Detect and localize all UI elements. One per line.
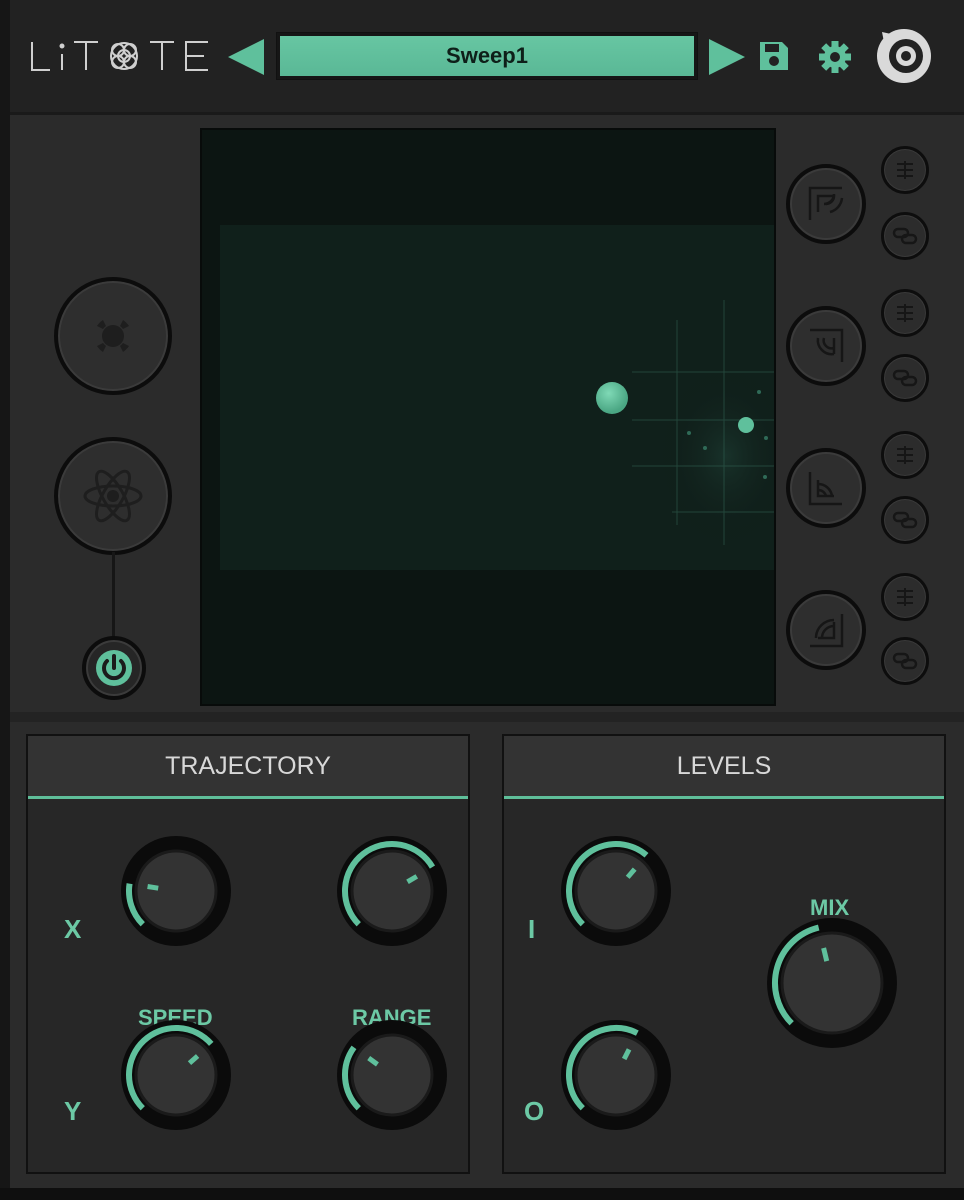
output-knob[interactable] <box>560 1019 672 1136</box>
xy-trajectory-node[interactable] <box>738 417 754 433</box>
power-button[interactable] <box>82 636 146 700</box>
reverb-shape-1-icon <box>808 186 844 220</box>
sliders-icon <box>897 161 913 179</box>
mode-atom-button[interactable] <box>54 437 172 555</box>
prev-preset-button[interactable] <box>226 37 266 77</box>
shape-4-link-button[interactable] <box>881 637 929 685</box>
shape-3-link-button[interactable] <box>881 496 929 544</box>
reverb-shape-2-button[interactable] <box>786 306 866 386</box>
levels-panel: LEVELS I O MIX <box>502 734 946 1174</box>
reverb-shape-4-button[interactable] <box>786 590 866 670</box>
save-preset-button[interactable] <box>758 40 790 77</box>
reverb-shape-3-button[interactable] <box>786 448 866 528</box>
input-knob[interactable] <box>560 835 672 952</box>
sliders-icon <box>897 304 913 322</box>
output-label: O <box>524 1096 545 1126</box>
sliders-icon <box>897 446 913 464</box>
trajectory-title: TRAJECTORY <box>28 736 468 799</box>
range-x-knob[interactable] <box>336 835 448 952</box>
knob-graphic <box>337 836 447 946</box>
next-preset-button[interactable] <box>707 37 747 77</box>
shape-4-settings-button[interactable] <box>881 573 929 621</box>
connector-line <box>112 552 115 640</box>
litote-logo <box>28 36 218 76</box>
input-label: I <box>528 914 536 944</box>
knob-graphic <box>561 1020 671 1130</box>
header-bar: Sweep1 <box>10 0 964 115</box>
xy-pad[interactable] <box>200 128 776 706</box>
knob-graphic <box>337 1020 447 1130</box>
triangle-right-icon <box>709 39 745 75</box>
mode-orbit-button[interactable] <box>54 277 172 395</box>
section-divider <box>10 712 964 722</box>
atom-icon <box>83 469 143 523</box>
x-label: X <box>64 914 82 944</box>
xy-pad-canvas <box>202 130 774 704</box>
shape-3-settings-button[interactable] <box>881 431 929 479</box>
reverb-shape-1-button[interactable] <box>786 164 866 244</box>
speed-x-knob[interactable] <box>120 835 232 952</box>
sliders-icon <box>897 588 913 606</box>
knob-pointer <box>821 947 830 962</box>
link-icon <box>892 227 918 245</box>
knob-graphic <box>561 836 671 946</box>
levels-title: LEVELS <box>504 736 944 799</box>
knob-graphic <box>121 836 231 946</box>
trajectory-body: X Y SPEED RANGE <box>28 799 468 1172</box>
reverb-shape-4-icon <box>810 614 844 648</box>
link-icon <box>892 511 918 529</box>
logo-wordmark-icon <box>31 41 208 71</box>
brand-logo[interactable] <box>874 26 934 91</box>
levels-body: I O MIX <box>504 799 944 1172</box>
knob-pointer <box>147 884 159 891</box>
power-icon <box>96 650 132 686</box>
preset-selector[interactable]: Sweep1 <box>276 32 698 80</box>
speed-y-knob[interactable] <box>120 1019 232 1136</box>
reverb-shape-2-icon <box>810 328 844 362</box>
trajectory-panel: TRAJECTORY X Y SPEED RANGE <box>26 734 470 1174</box>
knob-graphic <box>767 918 897 1048</box>
orbit-icon <box>97 320 129 352</box>
settings-button[interactable] <box>818 40 852 79</box>
xy-source-node[interactable] <box>596 382 628 414</box>
preset-name[interactable]: Sweep1 <box>280 36 694 76</box>
brand-logo-icon <box>877 29 931 83</box>
triangle-left-icon <box>228 39 264 75</box>
floppy-disk-icon <box>760 42 788 70</box>
range-y-knob[interactable] <box>336 1019 448 1136</box>
host-left-strip <box>0 0 10 1200</box>
host-bottom-strip <box>0 1188 964 1200</box>
reverb-shape-3-icon <box>808 472 842 506</box>
shape-2-link-button[interactable] <box>881 354 929 402</box>
plugin-window: Sweep1 TRAJECTORY X Y SPEED RANGE LEVELS… <box>10 0 964 1190</box>
knob-graphic <box>121 1020 231 1130</box>
gear-icon <box>819 41 851 73</box>
shape-1-link-button[interactable] <box>881 212 929 260</box>
link-icon <box>892 369 918 387</box>
link-icon <box>892 652 918 670</box>
y-label: Y <box>64 1096 82 1126</box>
shape-1-settings-button[interactable] <box>881 146 929 194</box>
mix-knob[interactable] <box>766 917 898 1054</box>
shape-2-settings-button[interactable] <box>881 289 929 337</box>
